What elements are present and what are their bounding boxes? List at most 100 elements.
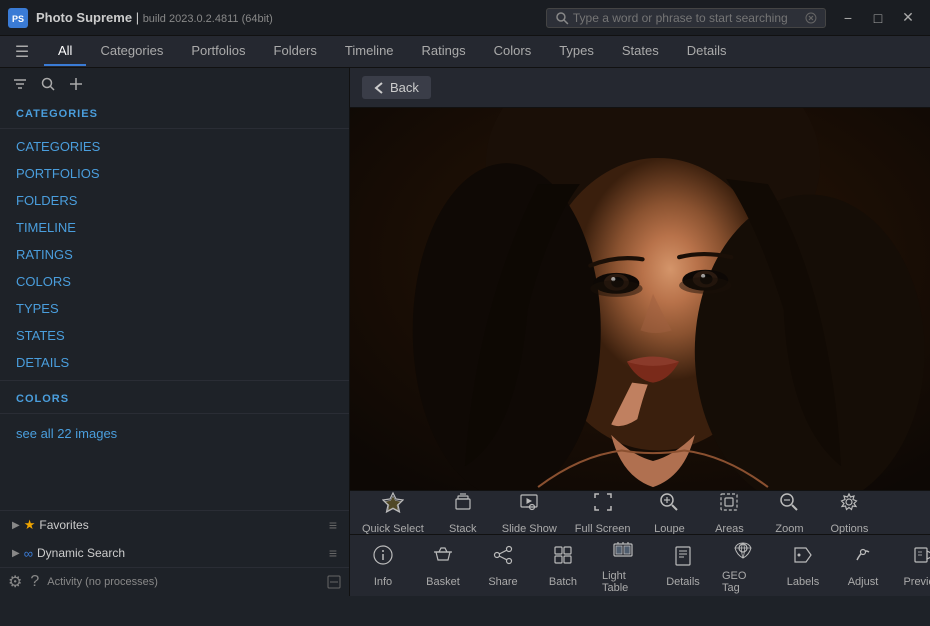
sidebar: CATEGORIES CATEGORIESPORTFOLIOSFOLDERSTI… (0, 68, 350, 596)
dynamic-search-label: Dynamic Search (37, 546, 325, 560)
sidebar-sections: CATEGORIESPORTFOLIOSFOLDERSTIMELINERATIN… (0, 133, 349, 376)
see-all-images[interactable]: see all 22 images (0, 418, 349, 449)
tab-bar: ☰ AllCategoriesPortfoliosFoldersTimeline… (0, 36, 930, 68)
main-layout: CATEGORIES CATEGORIESPORTFOLIOSFOLDERSTI… (0, 68, 930, 596)
tab-categories[interactable]: Categories (86, 37, 177, 66)
activity-expand-icon[interactable] (327, 575, 341, 589)
back-label: Back (390, 80, 419, 95)
sidebar-section-types[interactable]: TYPES (0, 295, 349, 322)
share-icon (492, 544, 514, 572)
tab-colors[interactable]: Colors (480, 37, 546, 66)
sidebar-section-portfolios[interactable]: PORTFOLIOS (0, 160, 349, 187)
info-label: Info (374, 576, 392, 588)
labels-icon (792, 544, 814, 572)
batch-icon (552, 544, 574, 572)
tab-all[interactable]: All (44, 37, 86, 66)
sidebar-section-timeline[interactable]: TIMELINE (0, 214, 349, 241)
search-sidebar-icon[interactable] (36, 72, 60, 96)
light-table-icon (612, 538, 634, 566)
favorites-menu-icon[interactable]: ≡ (329, 517, 337, 533)
sidebar-item-favorites[interactable]: ▶ ★ Favorites ≡ (0, 511, 349, 539)
sidebar-section-categories[interactable]: CATEGORIES (0, 133, 349, 160)
app-icon: PS (8, 8, 28, 28)
tab-timeline[interactable]: Timeline (331, 37, 408, 66)
search-clear-icon[interactable] (805, 12, 817, 24)
share-label: Share (488, 576, 517, 588)
dynamic-search-menu-icon[interactable]: ≡ (329, 545, 337, 561)
full-screen-icon (592, 491, 614, 519)
tab-details[interactable]: Details (673, 37, 741, 66)
title-bar: PS Photo Supreme | build 2023.0.2.4811 (… (0, 0, 930, 36)
bottom-tool-batch[interactable]: Batch (534, 528, 592, 604)
areas-icon (718, 491, 740, 519)
bottom-tool-geo-tag[interactable]: GEO Tag (714, 528, 772, 604)
bottom-tool-adjust[interactable]: Adjust (834, 528, 892, 604)
stack-icon (452, 491, 474, 519)
content-area: Back (350, 68, 930, 596)
activity-status: Activity (no processes) (47, 576, 319, 588)
batch-label: Batch (549, 576, 577, 588)
help-icon[interactable]: ? (30, 573, 39, 591)
divider-3 (0, 413, 349, 414)
favorites-label: Favorites (39, 518, 324, 532)
info-icon (372, 544, 394, 572)
tab-folders[interactable]: Folders (260, 37, 331, 66)
bottom-tool-labels[interactable]: Labels (774, 528, 832, 604)
adjust-icon (852, 544, 874, 572)
divider-1 (0, 128, 349, 129)
close-button[interactable]: ✕ (894, 7, 922, 29)
search-bar[interactable] (546, 8, 826, 28)
preview-icon (912, 544, 930, 572)
slideshow-icon (518, 491, 540, 519)
sidebar-bottom: ▶ ★ Favorites ≡ ▶ ∞ Dynamic Search ≡ ⚙ ?… (0, 510, 349, 596)
photo-display (350, 108, 930, 490)
dynamic-search-arrow: ▶ (12, 548, 20, 559)
preview-label: Preview (903, 576, 930, 588)
categories-header: CATEGORIES (0, 100, 349, 124)
sidebar-item-dynamic-search[interactable]: ▶ ∞ Dynamic Search ≡ (0, 539, 349, 567)
bottom-tool-details[interactable]: Details (654, 528, 712, 604)
light-table-label: Light Table (602, 570, 644, 594)
bottom-tool-info[interactable]: Info (354, 528, 412, 604)
add-icon[interactable] (64, 72, 88, 96)
divider-2 (0, 380, 349, 381)
bottom-tool-preview[interactable]: Preview (894, 528, 930, 604)
sidebar-section-details[interactable]: DETAILS (0, 349, 349, 376)
details-label: Details (666, 576, 700, 588)
app-title: Photo Supreme | build 2023.0.2.4811 (64b… (36, 10, 538, 25)
favorites-arrow: ▶ (12, 520, 20, 531)
options-icon (838, 491, 860, 519)
bottom-tool-basket[interactable]: Basket (414, 528, 472, 604)
filter-icon[interactable] (8, 72, 32, 96)
back-chevron-icon (374, 81, 384, 95)
tab-ratings[interactable]: Ratings (408, 37, 480, 66)
favorites-star-icon: ★ (24, 517, 36, 533)
quick-select-icon (382, 491, 404, 519)
image-area (350, 108, 930, 490)
tab-types[interactable]: Types (545, 37, 608, 66)
sidebar-section-colors[interactable]: COLORS (0, 268, 349, 295)
sidebar-section-states[interactable]: STATES (0, 322, 349, 349)
bottom-tool-light-table[interactable]: Light Table (594, 528, 652, 604)
bottom-tools: Info Basket Share Batch Light Table Details GE… (354, 528, 930, 604)
adjust-label: Adjust (848, 576, 879, 588)
loupe-icon (658, 491, 680, 519)
search-icon (555, 11, 569, 25)
minimize-button[interactable]: − (834, 7, 862, 29)
bottom-tool-share[interactable]: Share (474, 528, 532, 604)
settings-icon[interactable]: ⚙ (8, 572, 22, 592)
tab-portfolios[interactable]: Portfolios (177, 37, 259, 66)
hamburger-menu[interactable]: ☰ (8, 38, 36, 66)
labels-label: Labels (787, 576, 819, 588)
tabs-container: AllCategoriesPortfoliosFoldersTimelineRa… (44, 37, 741, 66)
maximize-button[interactable]: □ (864, 7, 892, 29)
sidebar-section-ratings[interactable]: RATINGS (0, 241, 349, 268)
basket-label: Basket (426, 576, 460, 588)
tab-states[interactable]: States (608, 37, 673, 66)
bottom-toolbar-row: Info Basket Share Batch Light Table Details GE… (350, 534, 930, 596)
svg-text:PS: PS (12, 14, 24, 24)
geo-tag-label: GEO Tag (722, 570, 764, 594)
back-button[interactable]: Back (362, 76, 431, 99)
search-input[interactable] (573, 11, 801, 25)
sidebar-section-folders[interactable]: FOLDERS (0, 187, 349, 214)
